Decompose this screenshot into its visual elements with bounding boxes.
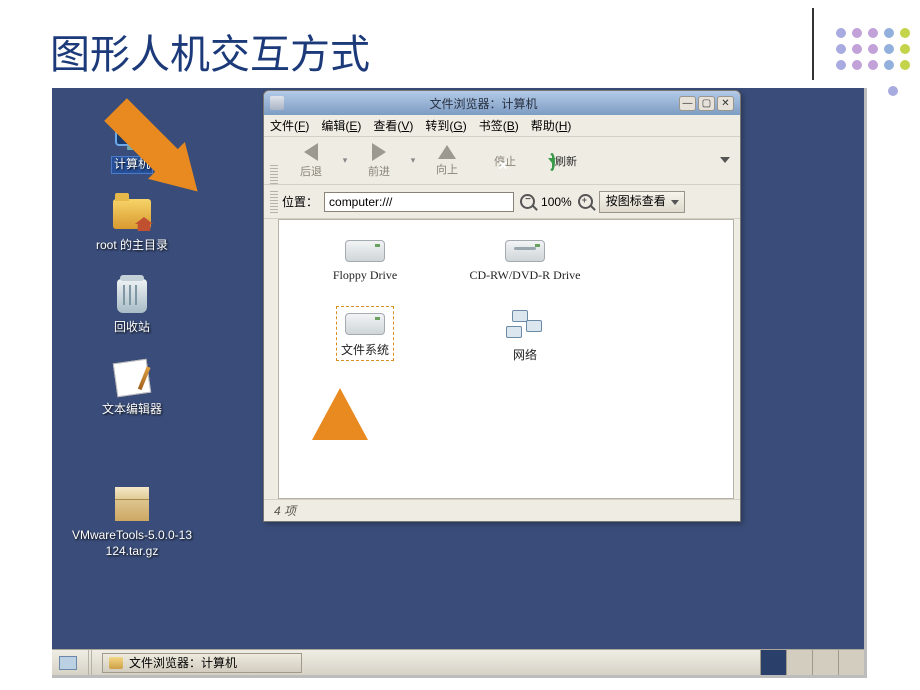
item-filesystem[interactable]: 文件系统 [295, 306, 435, 361]
show-desktop-button[interactable] [56, 653, 80, 673]
maximize-button[interactable]: ▢ [698, 96, 715, 111]
close-button[interactable]: ✕ [717, 96, 734, 111]
trash-icon [112, 276, 152, 316]
menubar: 文件(F) 编辑(E) 查看(V) 转到(G) 书签(B) 帮助(H) [264, 115, 740, 137]
item-label: CD-RW/DVD-R Drive [470, 268, 581, 282]
network-icon [506, 310, 544, 340]
desktop-icon-trash[interactable]: 回收站 [62, 276, 202, 336]
decorative-line [812, 8, 814, 80]
dropdown-chevron-icon[interactable]: ▾ [340, 155, 350, 166]
forward-button[interactable]: 前进 [350, 143, 408, 179]
menu-go[interactable]: 转到(G) [425, 117, 466, 134]
item-floppy-drive[interactable]: Floppy Drive [295, 238, 435, 283]
view-mode-select[interactable]: 按图标查看 [599, 191, 685, 213]
zoom-level: 100% [541, 195, 572, 209]
desktop-icon-label: 文本编辑器 [62, 402, 202, 418]
workspace-4[interactable] [838, 650, 864, 675]
home-folder-icon [112, 194, 152, 234]
item-cdrw-drive[interactable]: CD-RW/DVD-R Drive [455, 238, 595, 283]
forward-arrow-icon [372, 143, 386, 161]
filesystem-icon [345, 313, 385, 335]
desktop-icon [59, 656, 77, 670]
toolbar-label: 后退 [300, 166, 322, 178]
window-app-icon [270, 96, 284, 110]
menu-file[interactable]: 文件(F) [270, 117, 309, 134]
toolbar-overflow-icon[interactable] [720, 157, 730, 163]
window-titlebar[interactable]: 文件浏览器：计算机 — ▢ ✕ [264, 91, 740, 115]
item-label: 网络 [513, 348, 537, 362]
archive-icon [112, 484, 152, 524]
desktop-icon-vmwaretools[interactable]: VMwareTools-5.0.0-13 124.tar.gz [62, 484, 202, 559]
task-label: 文件浏览器：计算机 [129, 654, 237, 671]
location-input[interactable] [324, 192, 514, 212]
menu-view[interactable]: 查看(V) [373, 117, 413, 134]
zoom-in-icon[interactable] [578, 194, 593, 209]
menu-bookmarks[interactable]: 书签(B) [479, 117, 519, 134]
status-bar: 4 项 [264, 499, 740, 521]
decorative-dot [888, 86, 898, 96]
zoom-out-icon[interactable] [520, 194, 535, 209]
toolbar-label: 刷新 [555, 156, 577, 168]
desktop-icon-text-editor[interactable]: 文本编辑器 [62, 358, 202, 418]
annotation-arrow-icon [312, 388, 368, 440]
location-label: 位置： [282, 193, 318, 210]
folder-icon [109, 657, 123, 669]
item-label: 文件系统 [341, 343, 389, 357]
desktop-icon-label: 124.tar.gz [62, 544, 202, 560]
minimize-button[interactable]: — [679, 96, 696, 111]
item-label: Floppy Drive [333, 268, 397, 282]
view-mode-label: 按图标查看 [606, 194, 666, 208]
desktop[interactable]: 计算机 root 的主目录 回收站 文本编辑器 VMwareTools-5.0.… [52, 88, 867, 678]
dropdown-chevron-icon[interactable]: ▾ [408, 155, 418, 166]
slide-title: 图形人机交互方式 [50, 22, 370, 80]
window-title: 文件浏览器：计算机 [290, 95, 677, 112]
taskbar-task-button[interactable]: 文件浏览器：计算机 [102, 653, 302, 673]
locationbar-handle[interactable] [270, 191, 278, 213]
file-browser-window: 文件浏览器：计算机 — ▢ ✕ 文件(F) 编辑(E) 查看(V) 转到(G) … [263, 90, 741, 522]
taskbar: 文件浏览器：计算机 [52, 649, 864, 675]
file-browser-content[interactable]: Floppy Drive CD-RW/DVD-R Drive 文件系统 网络 [278, 219, 734, 499]
stop-button[interactable]: 停止 [476, 153, 534, 169]
taskbar-handle[interactable] [88, 650, 94, 675]
desktop-icon-label: VMwareTools-5.0.0-13 [62, 528, 202, 544]
menu-edit[interactable]: 编辑(E) [321, 117, 361, 134]
optical-drive-icon [505, 240, 545, 262]
toolbar: 后退 ▾ 前进 ▾ 向上 停止 刷新 [264, 137, 740, 185]
desktop-icon-label: 回收站 [62, 320, 202, 336]
toolbar-label: 向上 [436, 164, 458, 176]
item-network[interactable]: 网络 [455, 310, 595, 363]
up-button[interactable]: 向上 [418, 145, 476, 177]
desktop-icon-label: root 的主目录 [62, 238, 202, 254]
workspace-2[interactable] [786, 650, 812, 675]
status-text: 4 项 [274, 504, 296, 518]
toolbar-label: 前进 [368, 166, 390, 178]
up-arrow-icon [438, 145, 456, 159]
back-button[interactable]: 后退 [282, 143, 340, 179]
decorative-dots [836, 28, 912, 72]
workspace-3[interactable] [812, 650, 838, 675]
location-bar: 位置： 100% 按图标查看 [264, 185, 740, 219]
refresh-button[interactable]: 刷新 [534, 153, 592, 169]
menu-help[interactable]: 帮助(H) [531, 117, 572, 134]
drive-icon [345, 240, 385, 262]
text-editor-icon [112, 358, 152, 398]
back-arrow-icon [304, 143, 318, 161]
refresh-icon [549, 153, 555, 171]
workspace-1[interactable] [760, 650, 786, 675]
workspace-switcher [760, 650, 864, 675]
